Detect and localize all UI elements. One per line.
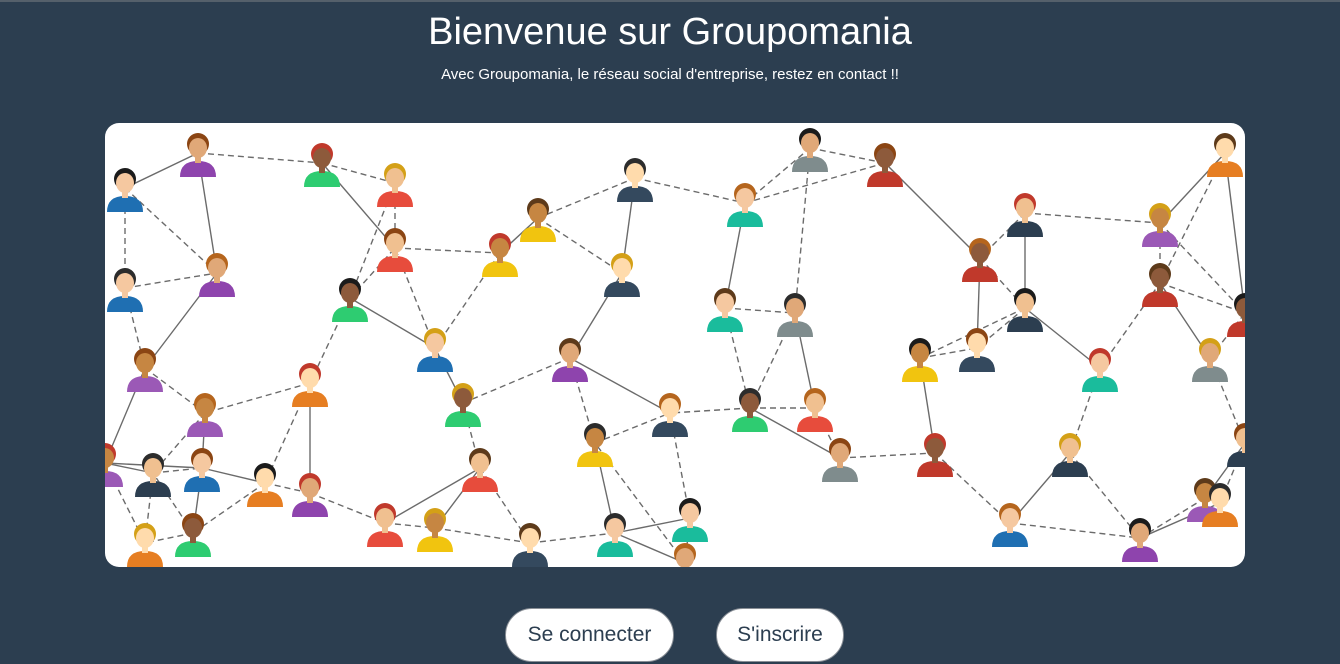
person-avatar [732, 388, 768, 432]
person-avatar [445, 383, 481, 427]
top-border [0, 0, 1340, 2]
person-avatar [377, 163, 413, 207]
page-title: Bienvenue sur Groupomania [428, 11, 912, 53]
person-avatar [777, 293, 813, 337]
person-avatar [1082, 348, 1118, 392]
person-avatar [462, 448, 498, 492]
person-avatar [187, 393, 223, 437]
person-avatar [377, 228, 413, 272]
person-avatar [367, 503, 403, 547]
person-avatar [482, 233, 518, 277]
person-avatar [1007, 288, 1043, 332]
person-avatar [107, 168, 143, 212]
person-avatar [797, 388, 833, 432]
person-avatar [1207, 133, 1243, 177]
person-avatar [1227, 423, 1245, 467]
network-link [1024, 212, 1161, 224]
person-avatar [332, 278, 368, 322]
person-avatar [1142, 263, 1178, 307]
network-link [394, 247, 501, 254]
person-avatar [652, 393, 688, 437]
person-avatar [1122, 518, 1158, 562]
hero-image [105, 123, 1245, 567]
page-subtitle: Avec Groupomania, le réseau social d'ent… [441, 66, 899, 83]
person-avatar [1052, 433, 1088, 477]
network-link [749, 407, 841, 459]
network-link [529, 532, 616, 544]
network-link [669, 407, 751, 414]
person-avatar [1007, 193, 1043, 237]
person-avatar [552, 338, 588, 382]
network-link [839, 452, 936, 459]
person-avatar [107, 268, 143, 312]
person-avatar [127, 348, 163, 392]
person-avatar [604, 253, 640, 297]
person-avatar [135, 453, 171, 497]
network-link [1024, 307, 1101, 369]
person-avatar [520, 198, 556, 242]
person-avatar [292, 473, 328, 517]
network-link [1009, 522, 1141, 539]
network-link [537, 217, 623, 274]
person-avatar [617, 158, 653, 202]
person-avatar [902, 338, 938, 382]
person-avatar [822, 438, 858, 482]
signup-button[interactable]: S'inscrire [716, 608, 844, 662]
person-avatar [247, 463, 283, 507]
login-button[interactable]: Se connecter [505, 608, 674, 662]
person-avatar [1227, 293, 1245, 337]
person-avatar [304, 143, 340, 187]
person-avatar [184, 448, 220, 492]
person-avatar [577, 423, 613, 467]
network-link [349, 297, 436, 349]
person-avatar [1192, 338, 1228, 382]
person-avatar [707, 288, 743, 332]
person-avatar [127, 523, 163, 567]
person-avatar [180, 133, 216, 177]
network-link [569, 357, 671, 414]
person-avatar [292, 363, 328, 407]
person-avatar [917, 433, 953, 477]
person-avatar [867, 143, 903, 187]
network-link [794, 147, 811, 314]
person-avatar [512, 523, 548, 567]
network-link [724, 307, 796, 314]
network-link [197, 152, 323, 164]
people-network-illustration [105, 128, 1245, 567]
person-avatar [417, 328, 453, 372]
person-avatar [727, 183, 763, 227]
